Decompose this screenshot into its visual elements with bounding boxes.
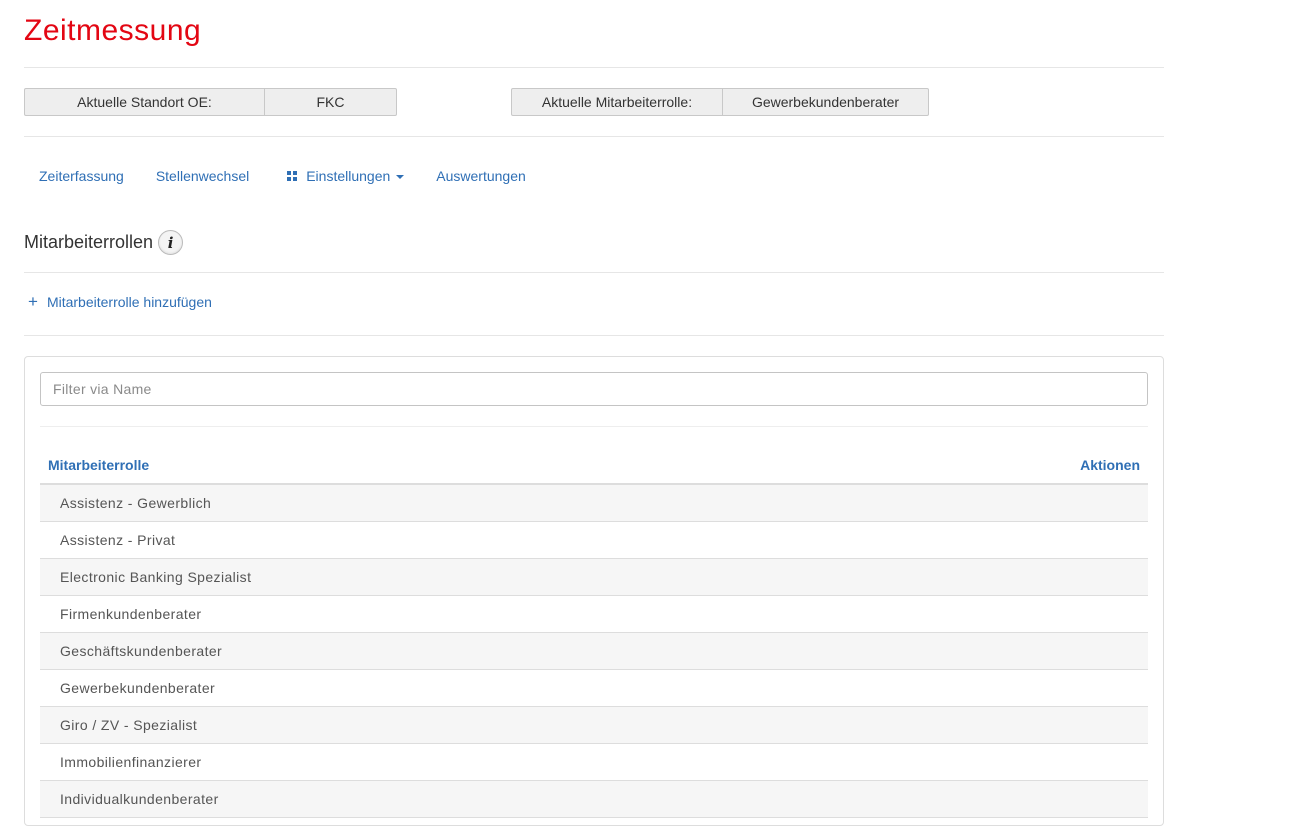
plus-icon: +: [28, 292, 38, 311]
table-header: Mitarbeiterrolle Aktionen: [40, 447, 1148, 485]
table-row[interactable]: Immobilienfinanzierer: [40, 744, 1148, 781]
roles-table: Mitarbeiterrolle Aktionen Assistenz - Ge…: [40, 447, 1148, 818]
main-nav: Zeiterfassung Stellenwechsel Einstellung…: [24, 160, 526, 192]
table-row[interactable]: Gewerbekundenberater: [40, 670, 1148, 707]
app-title: Zeitmessung: [24, 14, 202, 47]
location-info-group: Aktuelle Standort OE: FKC: [24, 88, 397, 116]
section-header: Mitarbeiterrollen i: [24, 230, 184, 255]
table-row[interactable]: Geschäftskundenberater: [40, 633, 1148, 670]
nav-item-auswertungen[interactable]: Auswertungen: [436, 168, 526, 184]
table-body: Assistenz - Gewerblich Assistenz - Priva…: [40, 485, 1148, 818]
table-row[interactable]: Assistenz - Privat: [40, 522, 1148, 559]
add-role-label: Mitarbeiterrolle hinzufügen: [46, 293, 212, 310]
column-header-role[interactable]: Mitarbeiterrolle: [48, 457, 149, 473]
filter-input[interactable]: [40, 372, 1148, 406]
location-value: FKC: [264, 89, 396, 115]
roles-panel: Mitarbeiterrolle Aktionen Assistenz - Ge…: [24, 356, 1164, 826]
nav-item-einstellungen-dropdown[interactable]: Einstellungen: [287, 168, 405, 184]
info-icon[interactable]: i: [158, 230, 184, 255]
divider: [24, 272, 1164, 273]
role-info-group: Aktuelle Mitarbeiterrolle: Gewerbekunden…: [511, 88, 929, 116]
table-row[interactable]: Firmenkundenberater: [40, 596, 1148, 633]
column-header-actions[interactable]: Aktionen: [1080, 457, 1140, 473]
divider: [24, 67, 1164, 68]
role-label: Aktuelle Mitarbeiterrolle:: [541, 94, 693, 110]
location-label: Aktuelle Standort OE:: [77, 94, 212, 110]
nav-item-label: Einstellungen: [306, 168, 391, 184]
divider: [24, 335, 1164, 336]
nav-item-zeiterfassung[interactable]: Zeiterfassung: [39, 168, 124, 184]
divider: [40, 426, 1148, 427]
add-role-button[interactable]: + Mitarbeiterrolle hinzufügen: [28, 293, 212, 310]
table-row[interactable]: Assistenz - Gewerblich: [40, 485, 1148, 522]
table-row[interactable]: Individualkundenberater: [40, 781, 1148, 818]
divider: [24, 136, 1164, 137]
section-title: Mitarbeiterrollen: [24, 232, 154, 252]
role-value: Gewerbekundenberater: [722, 89, 928, 115]
nav-item-stellenwechsel[interactable]: Stellenwechsel: [156, 168, 249, 184]
table-row[interactable]: Giro / ZV - Spezialist: [40, 707, 1148, 744]
grid-icon: [287, 171, 298, 181]
caret-down-icon: [396, 175, 405, 179]
table-row[interactable]: Electronic Banking Spezialist: [40, 559, 1148, 596]
